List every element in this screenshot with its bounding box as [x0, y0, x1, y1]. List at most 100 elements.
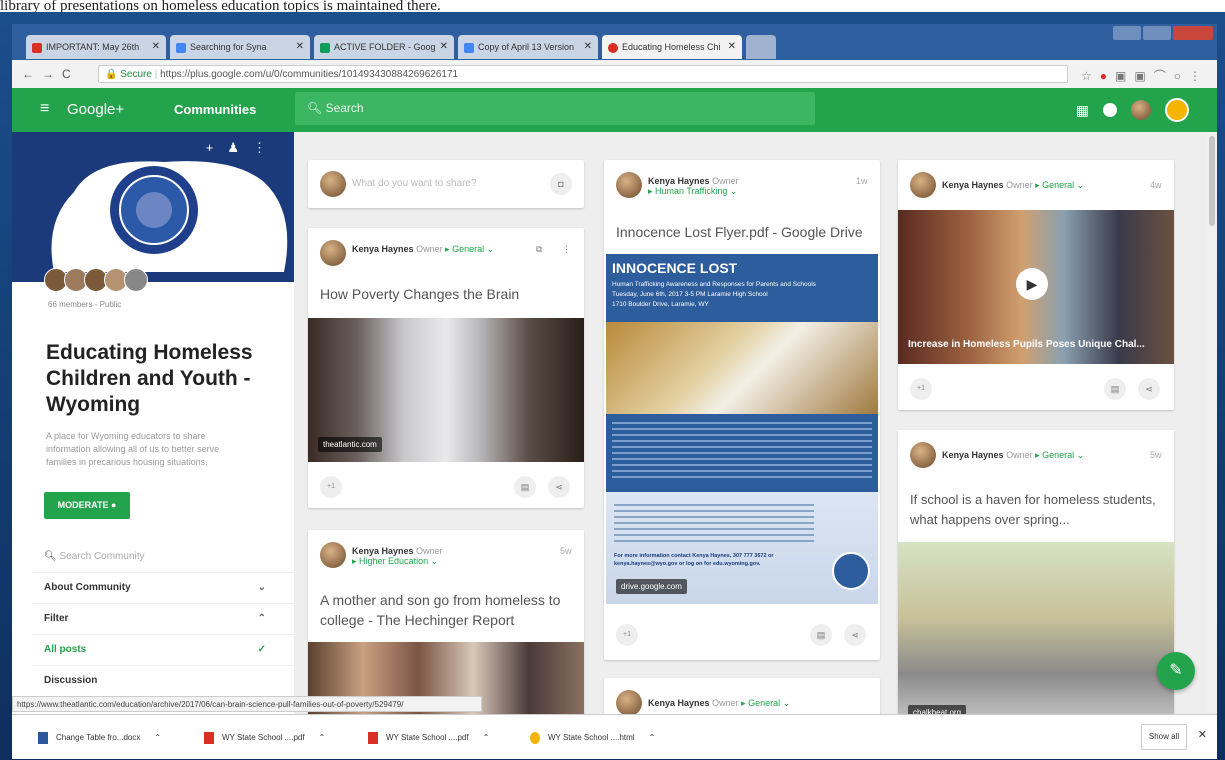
add-person-icon[interactable]: +♟: [206, 140, 253, 155]
post-card[interactable]: Kenya Haynes Owner ▸ General ⌄ 4w ▶ Incr…: [898, 160, 1174, 410]
chevron-up-icon[interactable]: ⌃: [483, 733, 490, 742]
gplus-brand[interactable]: Google+: [67, 101, 124, 118]
reload-icon[interactable]: C: [62, 67, 79, 81]
post-author[interactable]: Kenya Haynes: [352, 546, 414, 556]
brain-image[interactable]: theatlantic.com: [308, 318, 584, 462]
download-item[interactable]: WY State School ....pdf ⌃: [204, 729, 325, 747]
close-tab-icon[interactable]: ✕: [728, 35, 736, 59]
menu-dots-icon[interactable]: ⋮: [1189, 69, 1209, 83]
post-card[interactable]: Kenya Haynes Owner ▸ Human Trafficking ⌄ …: [604, 160, 880, 660]
tab-search[interactable]: Searching for Syna ✕: [170, 35, 310, 59]
maximize-button[interactable]: [1143, 26, 1171, 40]
open-external-icon[interactable]: ⧉: [536, 244, 542, 255]
chevron-up-icon[interactable]: ⌃: [154, 733, 161, 742]
tab-community[interactable]: Educating Homeless Chi ✕: [602, 35, 742, 59]
post-link-title[interactable]: A mother and son go from homeless to col…: [320, 590, 576, 630]
extension-icon[interactable]: ▣: [1115, 69, 1134, 83]
filter-all-posts[interactable]: All posts ✓: [32, 635, 294, 666]
profile-avatar[interactable]: [1131, 100, 1151, 120]
chevron-up-icon[interactable]: ⌃: [319, 733, 326, 742]
new-tab-button[interactable]: [746, 35, 776, 59]
share-box[interactable]: What do you want to share? ◘: [308, 160, 584, 208]
comment-icon[interactable]: ▤: [514, 476, 536, 498]
about-community-item[interactable]: About Community ⌄: [32, 573, 294, 604]
chevron-up-icon[interactable]: ⌃: [649, 733, 656, 742]
plus-one-button[interactable]: +1: [320, 476, 342, 498]
download-item[interactable]: WY State School ....html ⌃: [530, 729, 655, 747]
star-icon[interactable]: ☆: [1081, 69, 1100, 83]
download-item[interactable]: Change Table fro...docx ⌃: [38, 729, 161, 747]
post-author[interactable]: Kenya Haynes: [648, 698, 710, 708]
close-tab-icon[interactable]: ✕: [296, 35, 304, 59]
communities-link[interactable]: Communities: [174, 102, 256, 117]
extension-icon[interactable]: ○: [1174, 69, 1189, 83]
camera-icon[interactable]: ◘: [550, 173, 572, 195]
plus-one-button[interactable]: +1: [910, 378, 932, 400]
forward-icon[interactable]: →: [42, 67, 62, 81]
post-card[interactable]: Kenya Haynes Owner ▸ General ⌄ ⧉ ⋮ How P…: [308, 228, 584, 508]
close-tab-icon[interactable]: ✕: [440, 35, 448, 59]
post-author[interactable]: Kenya Haynes: [942, 180, 1004, 190]
scrollbar-thumb[interactable]: [1209, 136, 1215, 226]
tab-gmail[interactable]: IMPORTANT: May 26th ✕: [26, 35, 166, 59]
filter-item[interactable]: Filter ⌃: [32, 604, 294, 635]
pinterest-icon[interactable]: ●: [1100, 69, 1115, 83]
tab-label: Copy of April 13 Version: [478, 42, 575, 52]
avatar: [124, 268, 148, 292]
close-tab-icon[interactable]: ✕: [152, 35, 160, 59]
compose-fab-pencil-icon[interactable]: ✎: [1157, 652, 1195, 690]
share-icon[interactable]: ⋖: [548, 476, 570, 498]
post-category[interactable]: ▸ General ⌄: [741, 698, 790, 708]
post-category[interactable]: ▸ Higher Education ⌄: [352, 556, 438, 566]
account-avatar[interactable]: [1165, 98, 1189, 122]
post-category[interactable]: ▸ General ⌄: [1035, 450, 1084, 460]
avatar: [910, 172, 936, 198]
post-category[interactable]: ▸ Human Trafficking ⌄: [648, 186, 737, 196]
search-community-input[interactable]: 🔍︎ Search Community: [32, 542, 294, 573]
post-card[interactable]: Kenya Haynes Owner ▸ Higher Education ⌄ 5…: [308, 530, 584, 722]
filter-discussion[interactable]: Discussion: [32, 666, 294, 696]
play-icon[interactable]: ▶: [1016, 268, 1048, 300]
extension-icon[interactable]: ⌒: [1154, 69, 1174, 83]
share-icon[interactable]: ⋖: [844, 624, 866, 646]
url-field[interactable]: 🔒 Secure | https://plus.google.com/u/0/c…: [98, 65, 1068, 83]
page-scrollbar[interactable]: [1207, 132, 1217, 712]
post-card[interactable]: Kenya Haynes Owner ▸ General ⌄ 5w If sch…: [898, 430, 1174, 722]
post-category[interactable]: ▸ General ⌄: [445, 244, 494, 254]
minimize-button[interactable]: [1113, 26, 1141, 40]
window-controls: [1113, 26, 1213, 40]
more-vert-icon[interactable]: ⋮: [562, 244, 571, 255]
download-item[interactable]: WY State School ....pdf ⌃: [368, 729, 489, 747]
apps-grid-icon[interactable]: ▦: [1076, 102, 1089, 119]
source-label: theatlantic.com: [318, 437, 382, 452]
flyer-image[interactable]: INNOCENCE LOST Human Trafficking Awarene…: [606, 254, 878, 604]
notifications-icon[interactable]: [1103, 103, 1117, 117]
back-icon[interactable]: ←: [22, 67, 42, 81]
video-thumbnail[interactable]: ▶ Increase in Homeless Pupils Poses Uniq…: [898, 210, 1174, 364]
post-time: 5w: [1150, 450, 1162, 460]
post-category[interactable]: ▸ General ⌄: [1035, 180, 1084, 190]
share-icon[interactable]: ⋖: [1138, 378, 1160, 400]
more-vert-icon[interactable]: ⋮: [253, 140, 280, 155]
gplus-search-input[interactable]: 🔍︎ Search: [295, 92, 815, 125]
close-tab-icon[interactable]: ✕: [584, 35, 592, 59]
post-author[interactable]: Kenya Haynes: [352, 244, 414, 254]
plus-one-button[interactable]: +1: [616, 624, 638, 646]
post-link-title[interactable]: Innocence Lost Flyer.pdf - Google Drive: [616, 222, 863, 242]
tab-docs[interactable]: Copy of April 13 Version ✕: [458, 35, 598, 59]
close-download-bar-icon[interactable]: ✕: [1198, 728, 1207, 741]
post-author[interactable]: Kenya Haynes: [648, 176, 710, 186]
close-window-button[interactable]: [1173, 26, 1213, 40]
moderate-button[interactable]: MODERATE ●: [44, 492, 130, 519]
classroom-image[interactable]: chalkbeat.org: [898, 542, 1174, 722]
extension-icon[interactable]: ▣: [1134, 69, 1153, 83]
post-link-title[interactable]: How Poverty Changes the Brain: [320, 284, 519, 304]
member-avatars[interactable]: [44, 268, 148, 292]
show-all-downloads-button[interactable]: Show all: [1141, 724, 1187, 750]
post-author[interactable]: Kenya Haynes: [942, 450, 1004, 460]
tab-drive[interactable]: ACTIVE FOLDER - Goog ✕: [314, 35, 454, 59]
comment-icon[interactable]: ▤: [810, 624, 832, 646]
comment-icon[interactable]: ▤: [1104, 378, 1126, 400]
post-link-title[interactable]: If school is a haven for homeless studen…: [910, 490, 1166, 530]
hamburger-icon[interactable]: ≡: [40, 100, 49, 118]
